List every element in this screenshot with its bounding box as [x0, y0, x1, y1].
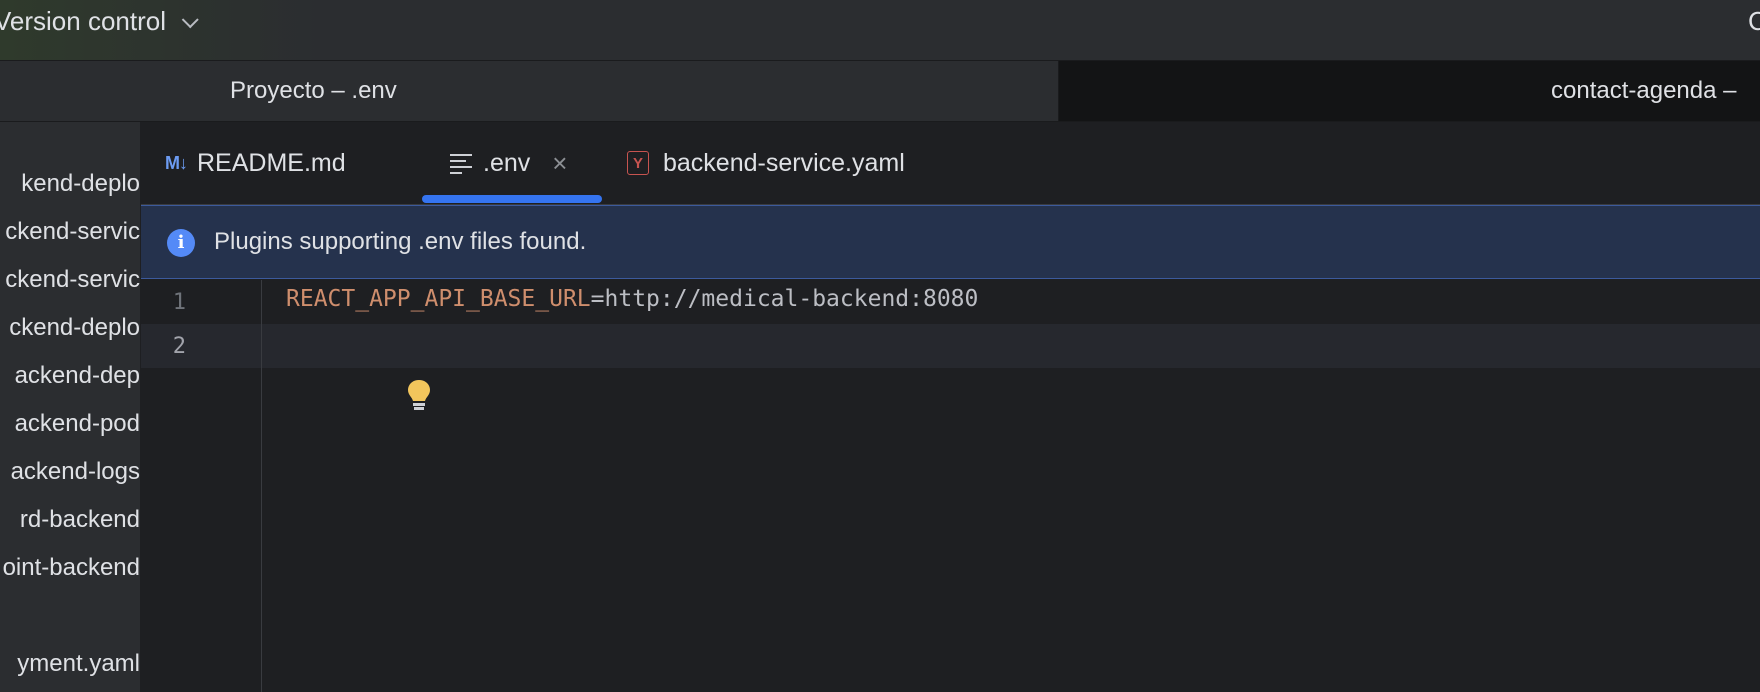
line-number-gutter: 1 2: [141, 280, 262, 692]
markdown-icon: M↓: [165, 152, 188, 173]
tree-item[interactable]: yment.yaml: [17, 650, 140, 678]
version-control-label: Version control: [0, 6, 166, 36]
tree-item[interactable]: ckend-servic: [5, 266, 140, 294]
tab-label: .env: [483, 148, 531, 177]
tree-item[interactable]: ackend-pod: [15, 410, 140, 438]
code-editor[interactable]: REACT_APP_API_BASE_URL=http://medical-ba…: [262, 280, 1760, 692]
tree-item[interactable]: ckend-servic: [5, 218, 140, 246]
code-line-1: REACT_APP_API_BASE_URL=http://medical-ba…: [286, 286, 978, 312]
env-key: REACT_APP_API_BASE_URL: [286, 286, 591, 312]
env-value: http://medical-backend:8080: [604, 286, 979, 312]
yaml-icon: Y: [627, 151, 649, 175]
tree-item[interactable]: ckend-deplo: [9, 314, 140, 342]
window-tab-label: contact-agenda –: [1551, 77, 1737, 104]
tree-item[interactable]: ackend-dep: [15, 362, 140, 390]
version-control-menu[interactable]: Version control: [0, 6, 199, 37]
window-tab-bar: Proyecto – .env contact-agenda –: [0, 61, 1760, 122]
tab-env[interactable]: .env ×: [449, 122, 567, 204]
plugin-suggestion-banner: i Plugins supporting .env files found.: [141, 205, 1760, 279]
text-file-icon: [449, 152, 473, 174]
banner-message: Plugins supporting .env files found.: [214, 228, 587, 255]
tree-item[interactable]: oint-backend: [3, 554, 140, 582]
window-tab-label: Proyecto – .env: [230, 77, 397, 104]
env-equals: =: [590, 286, 605, 312]
line-number: 1: [172, 290, 186, 315]
editor-pane: M↓ README.md .env × Y backend-service.ya…: [141, 122, 1760, 692]
line-number: 2: [172, 334, 186, 359]
editor-tab-bar: M↓ README.md .env × Y backend-service.ya…: [141, 122, 1760, 205]
tab-readme[interactable]: M↓ README.md: [165, 122, 346, 204]
tab-label: backend-service.yaml: [663, 148, 905, 177]
lightbulb-icon[interactable]: [407, 378, 431, 412]
info-icon: i: [167, 229, 195, 257]
window-tab-proyecto[interactable]: Proyecto – .env: [0, 61, 1059, 121]
tab-backend-service-yaml[interactable]: Y backend-service.yaml: [627, 122, 905, 204]
tree-item[interactable]: ackend-logs: [11, 458, 140, 486]
main-toolbar: Version control C: [0, 0, 1760, 61]
close-icon[interactable]: ×: [552, 148, 567, 179]
window-tab-contact-agenda[interactable]: contact-agenda –: [1059, 61, 1760, 121]
project-tree-panel: kend-deplo ckend-servic ckend-servic cke…: [0, 122, 140, 692]
tree-item[interactable]: kend-deplo: [21, 170, 140, 198]
current-line-highlight: [262, 324, 1760, 368]
active-tab-indicator: [422, 195, 602, 203]
tab-label: README.md: [197, 148, 346, 177]
chevron-down-icon: [181, 11, 199, 29]
tree-item[interactable]: rd-backend: [20, 506, 140, 534]
toolbar-right-item[interactable]: C: [1748, 6, 1760, 37]
